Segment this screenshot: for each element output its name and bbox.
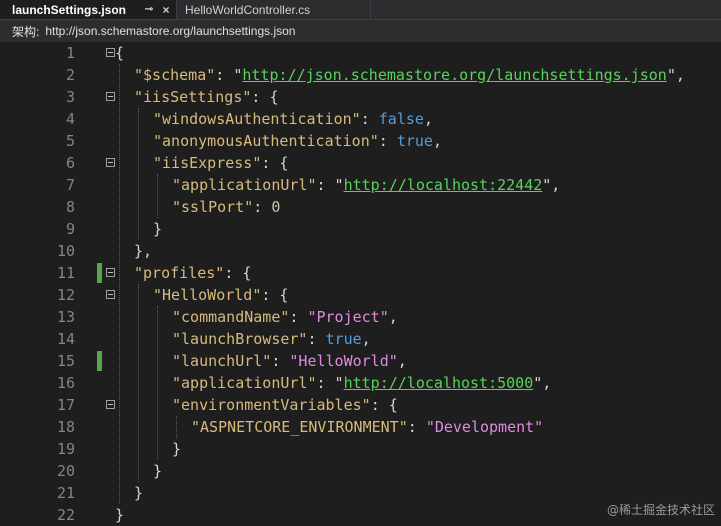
line-number: 3 [65, 88, 75, 106]
code-line[interactable]: 1 { [0, 42, 721, 64]
tab-strip: launchSettings.json ⊸ × HelloWorldContro… [0, 0, 721, 20]
line-number: 22 [56, 506, 75, 524]
line-number: 16 [56, 374, 75, 392]
json-url[interactable]: http://json.schemastore.org/launchsettin… [242, 66, 666, 84]
json-key: "ASPNETCORE_ENVIRONMENT" [191, 418, 408, 436]
code-line[interactable]: 7 "applicationUrl": "http://localhost:22… [0, 174, 721, 196]
collapse-icon[interactable] [106, 92, 115, 101]
json-key: "environmentVariables" [172, 396, 371, 414]
code-line[interactable]: 15 "launchUrl": "HelloWorld", [0, 350, 721, 372]
collapse-icon[interactable] [106, 48, 115, 57]
code-line[interactable]: 8 "sslPort": 0 [0, 196, 721, 218]
json-string: "HelloWorld" [289, 352, 398, 370]
line-number: 12 [56, 286, 75, 304]
tab-launchsettings[interactable]: launchSettings.json ⊸ × [0, 0, 177, 19]
change-marker [97, 351, 102, 371]
json-url[interactable]: http://localhost:22442 [344, 176, 543, 194]
line-number: 18 [56, 418, 75, 436]
code-line[interactable]: 11 "profiles": { [0, 262, 721, 284]
json-key: "profiles" [134, 264, 225, 282]
line-number: 11 [56, 264, 75, 282]
line-number: 6 [65, 154, 75, 172]
code-line[interactable]: 5 "anonymousAuthentication": true, [0, 130, 721, 152]
line-number: 17 [56, 396, 75, 414]
code-line[interactable]: 16 "applicationUrl": "http://localhost:5… [0, 372, 721, 394]
json-bool: true [396, 132, 433, 150]
json-key: "windowsAuthentication" [153, 110, 361, 128]
schema-bar: 架构: http://json.schemastore.org/launchse… [0, 20, 721, 42]
json-bool: false [378, 110, 424, 128]
json-key: "sslPort" [172, 198, 254, 216]
code-line[interactable]: 2 "$schema": "http://json.schemastore.or… [0, 64, 721, 86]
line-number: 20 [56, 462, 75, 480]
json-key: "$schema" [134, 66, 216, 84]
code-line[interactable]: 19 } [0, 438, 721, 460]
json-string: "Project" [307, 308, 389, 326]
json-key: "applicationUrl" [172, 176, 317, 194]
code-line[interactable]: 20 } [0, 460, 721, 482]
json-key: "iisExpress" [153, 154, 262, 172]
tab-label: HelloWorldController.cs [185, 2, 311, 17]
collapse-icon[interactable] [106, 400, 115, 409]
json-url[interactable]: http://localhost:5000 [344, 374, 534, 392]
code-line[interactable]: 13 "commandName": "Project", [0, 306, 721, 328]
line-number: 10 [56, 242, 75, 260]
line-number: 8 [65, 198, 75, 216]
line-number: 4 [65, 110, 75, 128]
line-number: 7 [65, 176, 75, 194]
line-number: 5 [65, 132, 75, 150]
collapse-icon[interactable] [106, 158, 115, 167]
line-number: 21 [56, 484, 75, 502]
line-number: 15 [56, 352, 75, 370]
json-key: "launchUrl" [172, 352, 272, 370]
tab-helloworldcontroller[interactable]: HelloWorldController.cs [177, 0, 371, 19]
json-number: 0 [271, 198, 281, 216]
code-line[interactable]: 14 "launchBrowser": true, [0, 328, 721, 350]
json-string: "Development" [425, 418, 544, 436]
code-line[interactable]: 4 "windowsAuthentication": false, [0, 108, 721, 130]
change-marker [97, 263, 102, 283]
json-key: "commandName" [172, 308, 290, 326]
json-bool: true [325, 330, 362, 348]
json-key: "launchBrowser" [172, 330, 308, 348]
json-key: "anonymousAuthentication" [153, 132, 379, 150]
code-line[interactable]: 17 "environmentVariables": { [0, 394, 721, 416]
code-line[interactable]: 18 "ASPNETCORE_ENVIRONMENT": "Developmen… [0, 416, 721, 438]
schema-url[interactable]: http://json.schemastore.org/launchsettin… [45, 24, 295, 38]
collapse-icon[interactable] [106, 268, 115, 277]
line-number: 9 [65, 220, 75, 238]
code-line[interactable]: 6 "iisExpress": { [0, 152, 721, 174]
pin-icon[interactable]: ⊸ [143, 0, 155, 19]
json-key: "applicationUrl" [172, 374, 317, 392]
code-editor[interactable]: 1 { 2 "$schema": "http://json.schemastor… [0, 42, 721, 524]
line-number: 19 [56, 440, 75, 458]
json-key: "HelloWorld" [153, 286, 262, 304]
collapse-icon[interactable] [106, 290, 115, 299]
close-icon[interactable]: × [160, 0, 172, 19]
code-line[interactable]: 9 } [0, 218, 721, 240]
code-line[interactable]: 12 "HelloWorld": { [0, 284, 721, 306]
tab-label: launchSettings.json [12, 2, 127, 17]
line-number: 14 [56, 330, 75, 348]
schema-label: 架构: [12, 24, 40, 39]
line-number: 13 [56, 308, 75, 326]
code-line[interactable]: 10 }, [0, 240, 721, 262]
watermark: @稀土掘金技术社区 [606, 503, 715, 517]
line-number: 1 [65, 44, 75, 62]
code-line[interactable]: 3 "iisSettings": { [0, 86, 721, 108]
line-number: 2 [65, 66, 75, 84]
json-key: "iisSettings" [134, 88, 252, 106]
